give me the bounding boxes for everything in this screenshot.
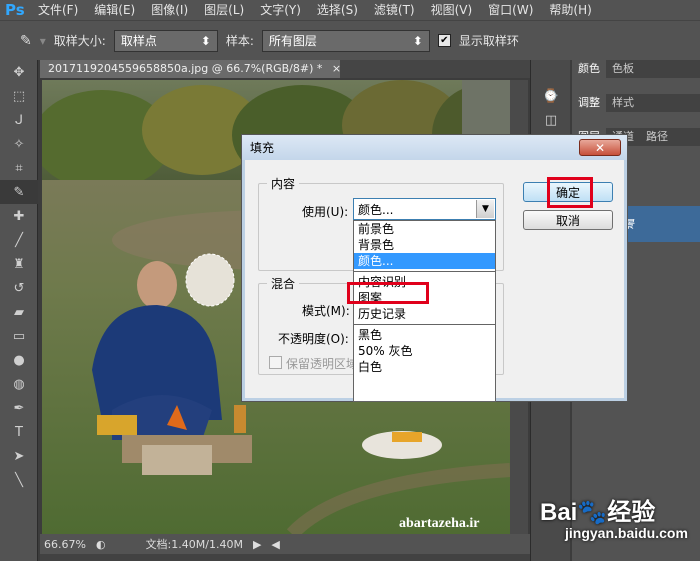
magic-wand-tool-icon[interactable]: ✧ bbox=[0, 132, 38, 156]
menu-image[interactable]: 图像(I) bbox=[143, 0, 196, 20]
option-history[interactable]: 历史记录 bbox=[354, 306, 495, 322]
image-watermark: abartazeha.ir bbox=[399, 516, 479, 531]
show-ring-checkbox[interactable]: ✔ bbox=[437, 34, 451, 47]
preserve-checkbox[interactable] bbox=[269, 356, 282, 369]
scroll-left-icon[interactable]: ◀ bbox=[271, 538, 279, 551]
dialog-titlebar[interactable]: 填充 bbox=[242, 135, 627, 160]
menu-help[interactable]: 帮助(H) bbox=[541, 0, 599, 20]
option-50-gray[interactable]: 50% 灰色 bbox=[354, 343, 495, 359]
document-tab[interactable]: 2017119204559658850a.jpg @ 66.7%(RGB/8#)… bbox=[40, 60, 340, 78]
option-color[interactable]: 颜色... bbox=[354, 253, 495, 269]
sample-label: 样本: bbox=[225, 34, 254, 48]
opacity-label: 不透明度(O): bbox=[278, 332, 349, 346]
menu-edit[interactable]: 编辑(E) bbox=[86, 0, 143, 20]
doc-info: 文档:1.40M/1.40M bbox=[145, 538, 243, 551]
history-icon[interactable]: ⌚ bbox=[531, 84, 571, 108]
eyedropper-icon[interactable]: ✎ bbox=[20, 33, 32, 49]
menu-window[interactable]: 窗口(W) bbox=[480, 0, 541, 20]
tab-paths[interactable]: 路径 bbox=[640, 128, 674, 146]
dialog-close-button[interactable]: ✕ bbox=[579, 139, 621, 156]
menu-filter[interactable]: 滤镜(T) bbox=[366, 0, 423, 20]
cancel-button-label: 取消 bbox=[555, 213, 580, 228]
use-combobox[interactable]: 颜色... ▼ bbox=[353, 198, 496, 220]
eyedropper-tool-icon[interactable]: ✎ bbox=[0, 180, 38, 204]
option-white[interactable]: 白色 bbox=[354, 359, 495, 375]
color-panel-tabs: 颜色 色板 bbox=[572, 60, 700, 78]
updown-arrow-icon: ⬍ bbox=[200, 33, 211, 48]
tab-styles[interactable]: 样式 bbox=[606, 94, 640, 112]
options-bar: ✎ ▾ 取样大小: 取样点 ⬍ 样本: 所有图层 ⬍ ✔ 显示取样环 bbox=[0, 20, 700, 60]
blend-group-title: 混合 bbox=[267, 275, 300, 292]
export-icon[interactable]: ◐ bbox=[96, 538, 106, 551]
highlight-content-aware bbox=[347, 282, 429, 304]
baidu-suffix: 经验 bbox=[607, 499, 656, 526]
menu-file[interactable]: 文件(F) bbox=[30, 0, 86, 20]
chevron-down-icon[interactable]: ▾ bbox=[40, 34, 46, 48]
sample-size-value: 取样点 bbox=[120, 34, 157, 48]
sample-size-label: 取样大小: bbox=[53, 34, 106, 48]
highlight-ok bbox=[547, 177, 593, 208]
sample-size-select[interactable]: 取样点 ⬍ bbox=[113, 29, 218, 52]
paw-icon: 🐾 bbox=[577, 499, 608, 526]
option-black[interactable]: 黑色 bbox=[354, 327, 495, 343]
preserve-label: 保留透明区域 bbox=[286, 357, 359, 371]
stamp-tool-icon[interactable]: ♜ bbox=[0, 252, 38, 276]
document-tab-title: 2017119204559658850a.jpg @ 66.7%(RGB/8#)… bbox=[48, 62, 323, 75]
fill-dialog: 填充 ✕ 内容 使用(U): 颜色... ▼ 混合 模式(M): 不透明度(O)… bbox=[241, 134, 628, 402]
crop-tool-icon[interactable]: ⌗ bbox=[0, 156, 38, 180]
use-value: 颜色... bbox=[358, 202, 394, 217]
eraser-tool-icon[interactable]: ▰ bbox=[0, 300, 38, 324]
menu-type[interactable]: 文字(Y) bbox=[252, 0, 309, 20]
tab-swatches[interactable]: 色板 bbox=[606, 60, 640, 78]
menu-bar: Ps 文件(F) 编辑(E) 图像(I) 图层(L) 文字(Y) 选择(S) 滤… bbox=[0, 0, 700, 20]
play-icon[interactable]: ▶ bbox=[253, 538, 261, 551]
separator bbox=[354, 324, 495, 325]
option-background[interactable]: 背景色 bbox=[354, 237, 495, 253]
use-label: 使用(U): bbox=[302, 205, 349, 219]
tab-color[interactable]: 颜色 bbox=[572, 60, 606, 78]
type-tool-icon[interactable]: T bbox=[0, 420, 38, 444]
move-tool-icon[interactable]: ✥ bbox=[0, 60, 38, 84]
adjustments-panel-tabs: 调整 样式 bbox=[572, 94, 700, 112]
history-brush-tool-icon[interactable]: ↺ bbox=[0, 276, 38, 300]
show-ring-label: 显示取样环 bbox=[458, 34, 519, 48]
dialog-title: 填充 bbox=[250, 141, 275, 155]
healing-brush-tool-icon[interactable]: ✚ bbox=[0, 204, 38, 228]
photoshop-logo: Ps bbox=[5, 1, 25, 19]
close-icon[interactable]: × bbox=[332, 62, 340, 75]
sample-select[interactable]: 所有图层 ⬍ bbox=[261, 29, 430, 52]
brush-tool-icon[interactable]: ╱ bbox=[0, 228, 38, 252]
updown-arrow-icon: ⬍ bbox=[412, 33, 423, 48]
tab-adjustments[interactable]: 调整 bbox=[572, 94, 606, 112]
use-dropdown-list[interactable]: 前景色 背景色 颜色... 内容识别 图案 历史记录 黑色 50% 灰色 白色 bbox=[353, 220, 496, 402]
cancel-button[interactable]: 取消 bbox=[523, 210, 613, 230]
lasso-tool-icon[interactable]: ᒍ bbox=[0, 108, 38, 132]
sample-value: 所有图层 bbox=[268, 34, 317, 48]
menu-select[interactable]: 选择(S) bbox=[309, 0, 366, 20]
status-bar: 66.67% ◐ 文档:1.40M/1.40M ▶ ◀ bbox=[40, 534, 530, 554]
tools-panel: ✥ ⬚ ᒍ ✧ ⌗ ✎ ✚ ╱ ♜ ↺ ▰ ▭ ● ◍ ✒ T ➤ ╲ bbox=[0, 60, 38, 561]
dodge-tool-icon[interactable]: ◍ bbox=[0, 372, 38, 396]
chevron-down-icon[interactable]: ▼ bbox=[476, 200, 494, 218]
marquee-tool-icon[interactable]: ⬚ bbox=[0, 84, 38, 108]
shape-tool-icon[interactable]: ╲ bbox=[0, 468, 38, 492]
properties-icon[interactable]: ◫ bbox=[531, 108, 571, 132]
menu-layer[interactable]: 图层(L) bbox=[196, 0, 252, 20]
baidu-url: jingyan.baidu.com bbox=[565, 525, 688, 541]
blur-tool-icon[interactable]: ● bbox=[0, 348, 38, 372]
mode-label: 模式(M): bbox=[302, 304, 350, 318]
baidu-watermark: Bai🐾经验 bbox=[540, 492, 655, 527]
content-group-title: 内容 bbox=[267, 175, 300, 192]
path-selection-tool-icon[interactable]: ➤ bbox=[0, 444, 38, 468]
pen-tool-icon[interactable]: ✒ bbox=[0, 396, 38, 420]
menu-view[interactable]: 视图(V) bbox=[423, 0, 481, 20]
separator bbox=[354, 271, 495, 272]
baidu-brand: Bai bbox=[540, 499, 578, 526]
option-foreground[interactable]: 前景色 bbox=[354, 221, 495, 237]
gradient-tool-icon[interactable]: ▭ bbox=[0, 324, 38, 348]
bottom-tabs bbox=[40, 554, 530, 561]
tab-strip bbox=[340, 60, 530, 78]
zoom-level[interactable]: 66.67% bbox=[44, 538, 86, 551]
dialog-body: 内容 使用(U): 颜色... ▼ 混合 模式(M): 不透明度(O): 保留透… bbox=[249, 162, 622, 402]
